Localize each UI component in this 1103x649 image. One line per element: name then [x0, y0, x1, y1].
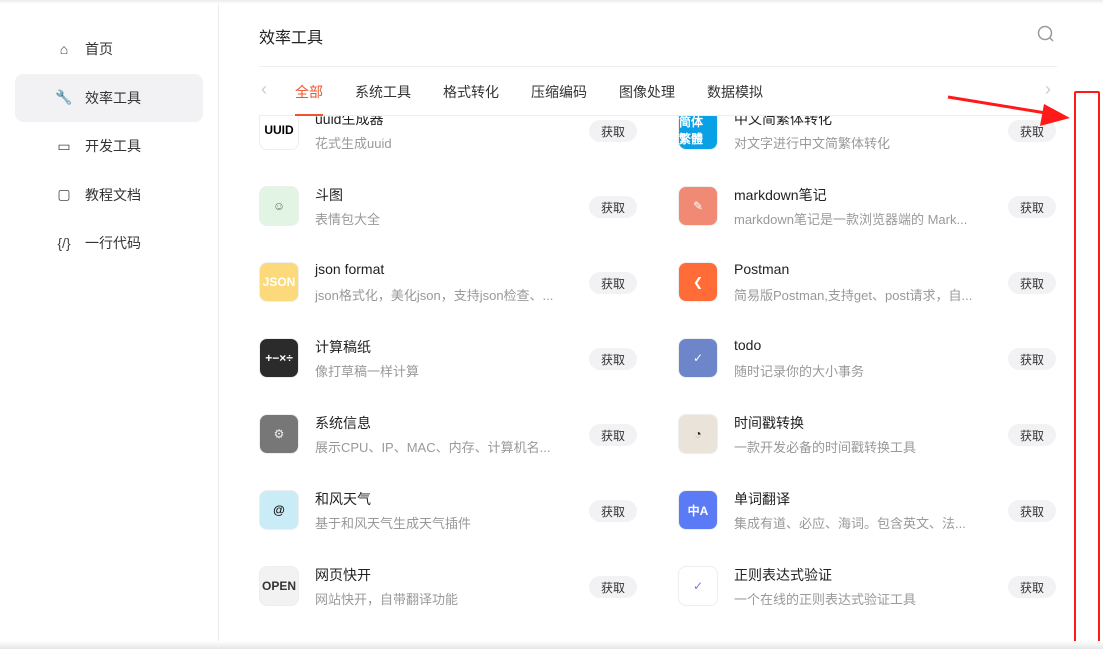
search-icon[interactable] — [1037, 25, 1055, 43]
get-button[interactable]: 获取 — [1008, 576, 1056, 598]
tool-list: UUID uuid生成器 花式生成uuid 获取 简体 繁體 中文简繁体转化 对文… — [259, 116, 1059, 641]
tool-description: 基于和风天气生成天气插件 — [315, 516, 472, 531]
tab-4[interactable]: 图像处理 — [619, 82, 675, 102]
sidebar-item-4[interactable]: {/} 一行代码 — [15, 219, 203, 267]
tool-item[interactable]: JSON json format json格式化，美化json，支持json检查… — [259, 261, 639, 312]
tool-icon: ☺ — [259, 186, 299, 226]
tool-description: 简易版Postman,支持get、post请求，自... — [734, 288, 973, 303]
tool-icon: @ — [259, 490, 299, 530]
tool-name: 系统信息 — [315, 415, 371, 431]
tool-item[interactable]: ⚙ 系统信息 展示CPU、IP、MAC、内存、计算机名... 获取 — [259, 414, 639, 464]
tool-name: uuid生成器 — [315, 116, 384, 127]
get-button[interactable]: 获取 — [1008, 348, 1056, 370]
toolbox-icon: ▭ — [57, 137, 71, 154]
tool-name: 单词翻译 — [734, 491, 790, 507]
tab-2[interactable]: 格式转化 — [443, 82, 499, 102]
home-icon: ⌂ — [59, 41, 69, 57]
get-button[interactable]: 获取 — [589, 576, 637, 598]
tool-description: 一款开发必备的时间戳转换工具 — [734, 440, 917, 455]
tab-5[interactable]: 数据模拟 — [707, 82, 763, 102]
tool-icon: 中A — [678, 490, 718, 530]
tool-icon: +−×÷ — [259, 338, 299, 378]
tool-name: markdown笔记 — [734, 187, 827, 203]
tool-name: 中文简繁体转化 — [734, 116, 832, 127]
tool-item[interactable]: +−×÷ 计算稿纸 像打草稿一样计算 获取 — [259, 338, 639, 388]
get-button[interactable]: 获取 — [589, 348, 637, 370]
get-button[interactable]: 获取 — [589, 120, 637, 142]
sidebar-item-label: 效率工具 — [85, 89, 141, 106]
tool-item[interactable]: ◔ 时间戳转换 一款开发必备的时间戳转换工具 获取 — [678, 414, 1058, 464]
page-title: 效率工具 — [259, 30, 324, 47]
tool-name: 斗图 — [315, 187, 343, 203]
tool-name: 时间戳转换 — [734, 415, 804, 431]
get-button[interactable]: 获取 — [1008, 500, 1056, 522]
get-button[interactable]: 获取 — [589, 424, 637, 446]
get-button[interactable]: 获取 — [1008, 272, 1056, 294]
tab-1[interactable]: 系统工具 — [355, 82, 411, 102]
get-button[interactable]: 获取 — [1008, 196, 1056, 218]
sidebar-item-label: 开发工具 — [85, 138, 141, 154]
tool-name: 计算稿纸 — [315, 339, 371, 355]
tool-description: markdown笔记是一款浏览器端的 Mark... — [734, 212, 968, 227]
tool-item[interactable]: ☺ 斗图 表情包大全 获取 — [259, 186, 639, 236]
get-button[interactable]: 获取 — [589, 196, 637, 218]
get-button[interactable]: 获取 — [589, 272, 637, 294]
get-button[interactable]: 获取 — [589, 500, 637, 522]
tool-name: Postman — [734, 261, 790, 277]
sidebar-item-label: 一行代码 — [85, 235, 141, 251]
annotation-arrow-icon — [947, 95, 1070, 126]
tool-name: todo — [734, 337, 762, 353]
sidebar-item-2[interactable]: ▭ 开发工具 — [15, 122, 203, 170]
tool-item[interactable]: ✓ 正则表达式验证 一个在线的正则表达式验证工具 获取 — [678, 566, 1058, 616]
monitor-icon: ▢ — [57, 186, 71, 202]
get-button[interactable]: 获取 — [1008, 424, 1056, 446]
tool-name: 和风天气 — [315, 491, 371, 507]
tool-icon: ✓ — [678, 566, 718, 606]
tool-description: 像打草稿一样计算 — [315, 364, 420, 379]
tool-item[interactable]: OPEN 网页快开 网站快开，自带翻译功能 获取 — [259, 566, 639, 616]
tool-name: 正则表达式验证 — [734, 567, 832, 583]
tool-description: json格式化，美化json，支持json检查、... — [315, 288, 554, 303]
tool-description: 随时记录你的大小事务 — [734, 364, 865, 379]
wrench-icon: 🔧 — [55, 89, 73, 105]
sidebar-item-0[interactable]: ⌂ 首页 — [15, 25, 203, 73]
tool-icon: ✓ — [678, 338, 718, 378]
tab-3[interactable]: 压缩编码 — [531, 82, 587, 102]
tool-icon: JSON — [259, 262, 299, 302]
tool-icon: ❮ — [678, 262, 718, 302]
tool-item[interactable]: @ 和风天气 基于和风天气生成天气插件 获取 — [259, 490, 639, 540]
tool-icon: ✎ — [678, 186, 718, 226]
tool-icon: OPEN — [259, 566, 299, 606]
sidebar-item-label: 首页 — [85, 41, 113, 57]
tool-description: 展示CPU、IP、MAC、内存、计算机名... — [315, 440, 551, 455]
tool-item[interactable]: UUID uuid生成器 花式生成uuid 获取 — [259, 116, 639, 160]
sidebar-item-label: 教程文档 — [85, 186, 141, 203]
tool-icon: ◔ — [678, 414, 718, 454]
tool-item[interactable]: ❮ Postman 简易版Postman,支持get、post请求，自... 获… — [678, 261, 1058, 312]
tab-0[interactable]: 全部 — [295, 82, 323, 116]
tool-item[interactable]: ✓ todo 随时记录你的大小事务 获取 — [678, 337, 1058, 388]
tool-description: 表情包大全 — [315, 212, 381, 227]
tool-item[interactable]: 中A 单词翻译 集成有道、必应、海词。包含英文、法... 获取 — [678, 490, 1058, 540]
tabs-prev-chevron-icon[interactable]: ‹ — [261, 79, 267, 100]
category-tabs: ‹ › 全部 系统工具 格式转化 压缩编码 图像处理 数据模拟 — [259, 67, 1057, 116]
annotation-highlight-box — [1074, 91, 1100, 644]
tool-icon: 简体 繁體 — [678, 116, 718, 150]
sidebar: ⌂ 首页 🔧 效率工具 ▭ 开发工具 ▢ 教程文档 {/} 一行代码 — [0, 4, 219, 649]
tool-name: 网页快开 — [315, 567, 371, 583]
sidebar-item-3[interactable]: ▢ 教程文档 — [15, 171, 203, 219]
tool-description: 集成有道、必应、海词。包含英文、法... — [734, 516, 966, 531]
tool-description: 网站快开，自带翻译功能 — [315, 592, 459, 607]
code-icon: {/} — [57, 235, 71, 251]
sidebar-item-1[interactable]: 🔧 效率工具 — [15, 73, 203, 122]
tool-item[interactable]: ✎ markdown笔记 markdown笔记是一款浏览器端的 Mark... … — [678, 186, 1058, 236]
tool-description: 对文字进行中文简繁体转化 — [734, 136, 891, 151]
tool-description: 花式生成uuid — [315, 136, 392, 151]
window-bottom-edge — [0, 641, 1103, 649]
tool-name: json format — [315, 261, 385, 277]
tool-icon: UUID — [259, 116, 299, 150]
tool-description: 一个在线的正则表达式验证工具 — [734, 592, 917, 607]
tool-icon: ⚙ — [259, 414, 299, 454]
